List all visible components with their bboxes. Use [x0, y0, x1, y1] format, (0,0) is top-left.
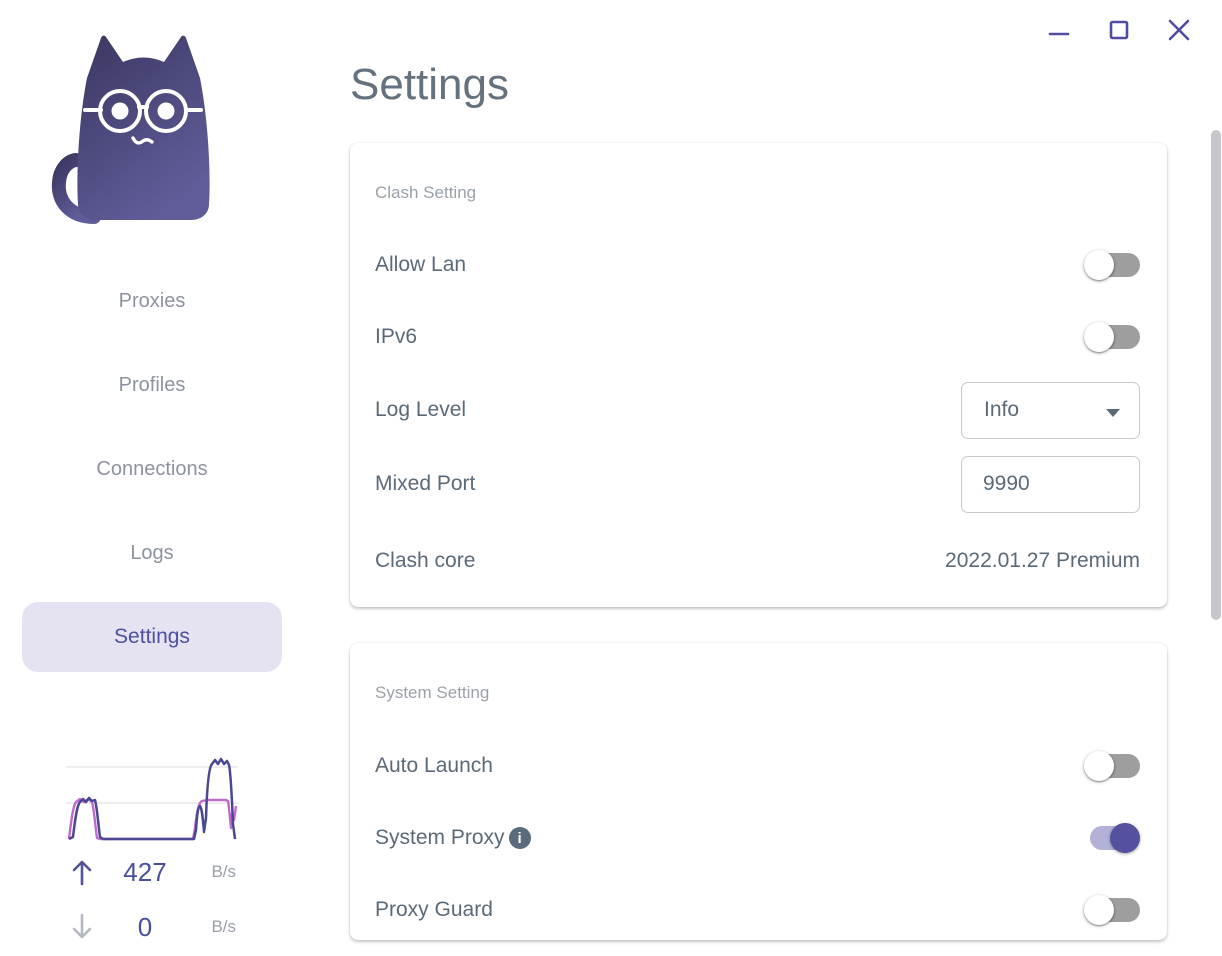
clash-setting-card: Clash Setting Allow Lan IPv6 Log Level I…	[350, 143, 1167, 607]
proxy-guard-toggle[interactable]	[1084, 895, 1140, 925]
clash-app-window: Proxies Profiles Connections Logs Settin…	[0, 0, 1222, 956]
ipv6-toggle[interactable]	[1084, 322, 1140, 352]
minimize-button[interactable]	[1047, 16, 1071, 44]
cat-body	[77, 35, 210, 220]
info-icon[interactable]: i	[508, 827, 531, 849]
row-label: Log Level	[375, 398, 467, 421]
section-label: Clash Setting	[375, 183, 477, 202]
system-proxy-row: System Proxy i	[375, 809, 1140, 867]
allow-lan-row: Allow Lan	[375, 236, 1140, 294]
row-label: Proxy Guard	[375, 898, 493, 921]
system-setting-card: System Setting Auto Launch System Proxy …	[350, 643, 1167, 940]
page-title: Settings	[350, 60, 509, 109]
window-controls	[1047, 16, 1191, 44]
proxy-guard-row: Proxy Guard	[375, 881, 1140, 939]
clash-core-version: 2022.01.27 Premium	[945, 549, 1140, 572]
traffic-graph	[66, 752, 238, 849]
row-label: Clash core	[375, 549, 476, 572]
chevron-down-icon	[1106, 408, 1120, 417]
sidebar-item-settings[interactable]: Settings	[22, 602, 282, 672]
mixed-port-input[interactable]	[961, 455, 1140, 513]
nav-label: Settings	[114, 625, 190, 648]
maximize-button[interactable]	[1107, 16, 1131, 44]
download-line	[67, 797, 238, 841]
up-arrow-icon	[64, 858, 100, 886]
download-unit: B/s	[211, 917, 236, 936]
close-button[interactable]	[1167, 16, 1191, 44]
scrollbar-thumb[interactable]	[1211, 130, 1221, 620]
nav-label: Proxies	[118, 289, 186, 312]
down-arrow-icon	[64, 913, 100, 941]
left-eye	[111, 102, 129, 120]
upload-stat: 427 B/s	[64, 857, 242, 887]
sidebar-nav: Proxies Profiles Connections Logs Settin…	[0, 259, 304, 679]
download-value: 0	[137, 911, 153, 942]
row-label: IPv6	[375, 325, 418, 348]
row-label: Mixed Port	[375, 472, 476, 495]
section-label: System Setting	[375, 683, 490, 702]
upload-value: 427	[123, 856, 167, 887]
allow-lan-toggle[interactable]	[1084, 250, 1140, 280]
ipv6-row: IPv6	[375, 308, 1140, 366]
nav-label: Logs	[130, 541, 174, 564]
row-label-text: System Proxy	[375, 826, 505, 849]
sidebar-item-profiles[interactable]: Profiles	[22, 343, 282, 427]
graph-gridlines	[66, 766, 238, 804]
row-label: System Proxy i	[375, 826, 531, 850]
log-level-select[interactable]: Info	[961, 381, 1140, 439]
maximize-icon	[1109, 20, 1129, 40]
download-stat: 0 B/s	[64, 912, 242, 942]
minimize-icon	[1048, 32, 1070, 36]
system-proxy-toggle[interactable]	[1084, 823, 1140, 853]
clash-core-row: Clash core 2022.01.27 Premium	[375, 532, 1140, 590]
auto-launch-row: Auto Launch	[375, 737, 1140, 795]
row-label: Allow Lan	[375, 253, 467, 276]
row-label: Auto Launch	[375, 754, 493, 777]
sidebar-item-logs[interactable]: Logs	[22, 511, 282, 595]
log-level-row: Log Level Info	[375, 381, 1140, 439]
right-eye	[157, 102, 175, 120]
nav-label: Connections	[96, 457, 208, 480]
close-icon	[1168, 19, 1190, 41]
sidebar-item-connections[interactable]: Connections	[22, 427, 282, 511]
mixed-port-row: Mixed Port	[375, 455, 1140, 513]
upload-unit: B/s	[211, 862, 236, 881]
nav-label: Profiles	[118, 373, 186, 396]
auto-launch-toggle[interactable]	[1084, 751, 1140, 781]
sidebar-item-proxies[interactable]: Proxies	[22, 259, 282, 343]
log-level-value: Info	[984, 398, 1020, 421]
clash-cat-logo	[48, 26, 238, 229]
